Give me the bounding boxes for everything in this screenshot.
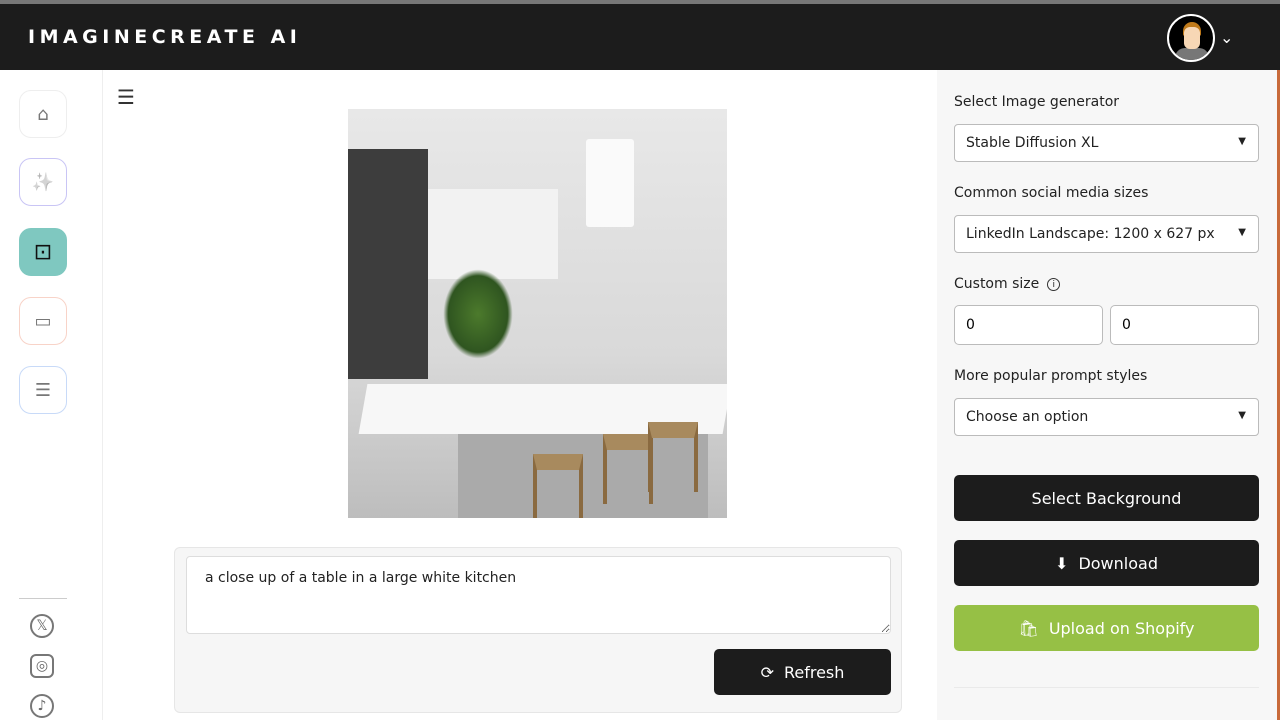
generator-label: Select Image generator [954, 94, 1120, 110]
prompt-panel: a close up of a table in a large white k… [174, 547, 902, 713]
custom-size-text: Custom size [954, 276, 1040, 292]
caret-down-icon: ▼ [1238, 227, 1246, 238]
home-icon: ⌂ [37, 103, 49, 125]
list-icon: ☰ [34, 379, 52, 401]
image-sparkle-icon: ⊡ [33, 239, 53, 265]
sidebar-item-video[interactable]: ▭ [19, 297, 67, 345]
sizes-value: LinkedIn Landscape: 1200 x 627 px [966, 226, 1215, 242]
sidebar-divider [19, 598, 67, 599]
download-icon: ⬇ [1055, 553, 1069, 573]
sizes-select[interactable]: LinkedIn Landscape: 1200 x 627 px ▼ [954, 215, 1259, 253]
instagram-icon[interactable]: ◎ [30, 654, 54, 678]
refresh-icon: ⟳ [760, 662, 774, 682]
select-background-label: Select Background [1031, 488, 1182, 508]
caret-down-icon: ▼ [1238, 410, 1246, 421]
sidebar-item-home[interactable]: ⌂ [19, 90, 67, 138]
caret-down-icon: ▼ [1238, 136, 1246, 147]
generator-value: Stable Diffusion XL [966, 135, 1099, 151]
download-button[interactable]: ⬇ Download [954, 540, 1259, 586]
avatar[interactable] [1167, 14, 1215, 62]
download-label: Download [1078, 553, 1158, 573]
custom-width-input[interactable] [954, 305, 1103, 345]
generator-select[interactable]: Stable Diffusion XL ▼ [954, 124, 1259, 162]
shopify-label: Upload on Shopify [1048, 618, 1195, 638]
sidebar-item-magic[interactable]: ✨ [19, 158, 67, 206]
styles-select[interactable]: Choose an option ▼ [954, 398, 1259, 436]
sidebar-item-list[interactable]: ☰ [19, 366, 67, 414]
app-header: IMAGINECREATE AI ⌄ [0, 4, 1280, 70]
sidebar-item-image-generator[interactable]: ⊡ [19, 228, 67, 276]
styles-label: More popular prompt styles [954, 368, 1148, 384]
custom-height-input[interactable] [1110, 305, 1259, 345]
sizes-label: Common social media sizes [954, 185, 1149, 201]
styles-value: Choose an option [966, 409, 1089, 425]
prompt-textarea[interactable]: a close up of a table in a large white k… [186, 556, 891, 634]
refresh-label: Refresh [783, 662, 845, 682]
chevron-down-icon[interactable]: ⌄ [1220, 28, 1233, 47]
shopify-icon: 🛍 [1018, 618, 1039, 638]
video-icon: ▭ [34, 310, 52, 332]
app-logo[interactable]: IMAGINECREATE AI [28, 26, 301, 48]
x-twitter-icon[interactable]: 𝕏 [30, 614, 54, 638]
tiktok-icon[interactable]: ♪ [30, 694, 54, 718]
refresh-button[interactable]: ⟳ Refresh [714, 649, 891, 695]
generated-image [348, 109, 727, 518]
info-icon[interactable]: i [1047, 278, 1061, 291]
divider [954, 687, 1259, 688]
custom-size-label: Custom size i [954, 276, 1061, 292]
magic-wand-icon: ✨ [31, 171, 55, 193]
sidebar: ⌂ ✨ ⊡ ▭ ☰ 𝕏 ◎ ♪ [0, 70, 103, 720]
select-background-button[interactable]: Select Background [954, 475, 1259, 521]
upload-shopify-button[interactable]: 🛍 Upload on Shopify [954, 605, 1259, 651]
settings-panel: Select Image generator Stable Diffusion … [937, 70, 1280, 720]
hamburger-menu-icon[interactable]: ☰ [117, 85, 135, 109]
